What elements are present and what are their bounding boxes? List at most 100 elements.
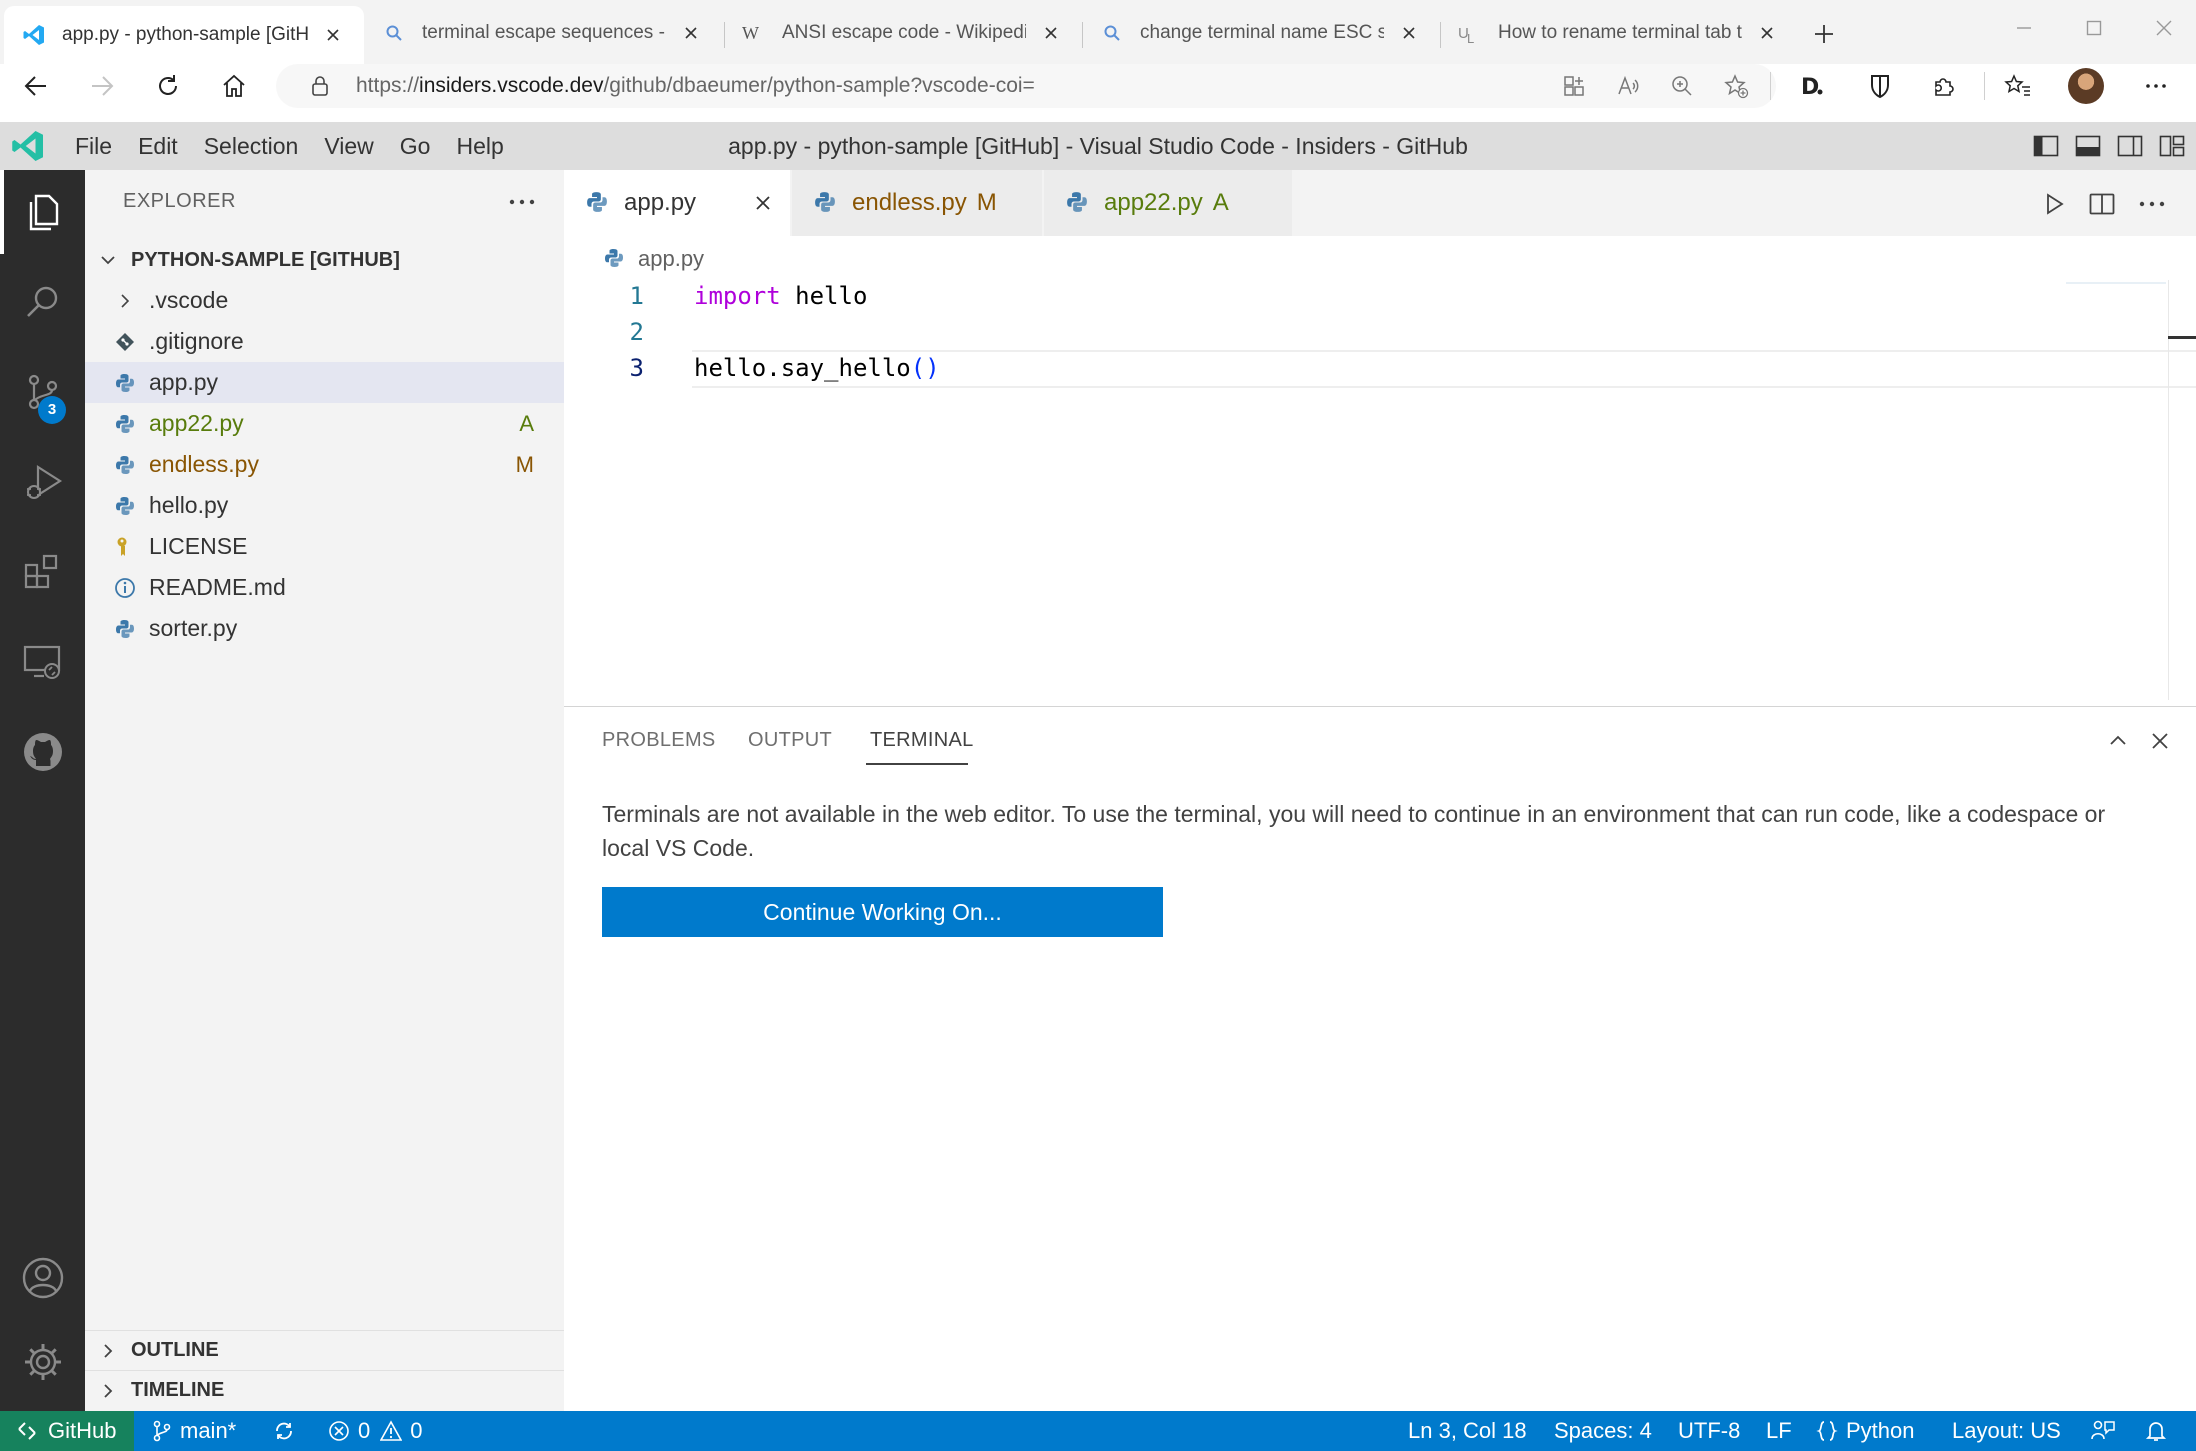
activity-github[interactable] <box>0 710 85 794</box>
close-icon[interactable] <box>678 20 704 46</box>
browser-menu-button[interactable] <box>2136 64 2176 108</box>
sync-button[interactable] <box>272 1411 304 1451</box>
home-button[interactable] <box>214 66 254 106</box>
tree-item-license[interactable]: LICENSE <box>85 526 564 567</box>
customize-layout-button[interactable] <box>2158 132 2186 160</box>
workspace-root-folder[interactable]: PYTHON-SAMPLE [GITHUB] <box>85 242 564 278</box>
menu-help[interactable]: Help <box>456 133 503 160</box>
outline-section[interactable]: OUTLINE <box>85 1330 564 1370</box>
indentation-indicator[interactable]: Spaces: 4 <box>1554 1411 1652 1451</box>
play-icon <box>2042 192 2066 216</box>
problems-indicator[interactable]: 0 0 <box>328 1411 423 1451</box>
cursor-position[interactable]: Ln 3, Col 18 <box>1408 1411 1527 1451</box>
maximize-button[interactable] <box>2070 10 2118 46</box>
code-editor[interactable]: 1 import hello 2 3 hello.say_hello() <box>564 278 2196 388</box>
encoding-indicator[interactable]: UTF-8 <box>1678 1411 1740 1451</box>
close-panel-button[interactable] <box>2144 725 2176 757</box>
url-scheme: https:// <box>356 74 420 97</box>
breadcrumb[interactable]: app.py <box>604 246 704 272</box>
activity-accounts[interactable] <box>0 1236 85 1320</box>
profile-avatar[interactable] <box>2068 68 2104 104</box>
toggle-primary-sidebar-button[interactable] <box>2032 132 2060 160</box>
browser-tab-rename-terminal-tab[interactable]: UL How to rename terminal tab title <box>1440 8 1798 58</box>
menu-view[interactable]: View <box>324 133 373 160</box>
activity-manage[interactable] <box>0 1320 85 1404</box>
favorites-button[interactable] <box>1998 64 2038 108</box>
activity-explorer[interactable] <box>0 170 85 254</box>
panel-tab-terminal[interactable]: TERMINAL <box>870 729 974 752</box>
back-button[interactable] <box>16 66 56 106</box>
minimize-icon <box>2015 19 2033 37</box>
close-icon[interactable] <box>750 190 776 216</box>
remote-indicator[interactable]: GitHub <box>0 1411 134 1451</box>
git-status-modified: M <box>515 451 534 477</box>
minimap[interactable] <box>2066 282 2166 284</box>
explorer-more-actions-button[interactable] <box>504 184 540 220</box>
menu-selection[interactable]: Selection <box>204 133 299 160</box>
feedback-button[interactable] <box>2090 1411 2124 1451</box>
close-icon[interactable] <box>1038 20 1064 46</box>
extension-d-button[interactable]: D <box>1792 64 1832 108</box>
address-bar[interactable]: https://insiders.vscode.dev/github/dbaeu… <box>276 64 1776 108</box>
tree-item-vscode-folder[interactable]: .vscode <box>85 280 564 321</box>
minimize-button[interactable] <box>2000 10 2048 46</box>
tree-item-sorter-py[interactable]: sorter.py <box>85 608 564 649</box>
editor-more-actions-button[interactable] <box>2136 188 2168 220</box>
eol-indicator[interactable]: LF <box>1766 1411 1792 1451</box>
new-tab-button[interactable] <box>1806 16 1842 52</box>
app-available-button[interactable] <box>1554 64 1594 108</box>
tree-item-gitignore[interactable]: .gitignore <box>85 321 564 362</box>
menu-go[interactable]: Go <box>400 133 431 160</box>
window-close-button[interactable] <box>2140 10 2188 46</box>
activity-extensions[interactable] <box>0 530 85 614</box>
activity-run-debug[interactable] <box>0 440 85 524</box>
timeline-section[interactable]: TIMELINE <box>85 1370 564 1410</box>
tree-item-app-py[interactable]: app.py <box>85 362 564 403</box>
panel-tab-problems[interactable]: PROBLEMS <box>602 729 716 752</box>
keyboard-layout[interactable]: Layout: US <box>1952 1411 2061 1451</box>
tree-item-readme[interactable]: README.md <box>85 567 564 608</box>
chevron-down-icon <box>95 247 121 273</box>
line-number: 2 <box>629 318 644 346</box>
tree-item-app22-py[interactable]: app22.py A <box>85 403 564 444</box>
browser-tab-change-terminal-name[interactable]: change terminal name ESC seque <box>1082 8 1440 58</box>
activity-search[interactable] <box>0 260 85 344</box>
read-aloud-button[interactable] <box>1608 64 1648 108</box>
language-mode[interactable]: Python <box>1816 1411 1915 1451</box>
continue-working-on-button[interactable]: Continue Working On... <box>602 887 1163 937</box>
notifications-button[interactable] <box>2144 1411 2176 1451</box>
browser-tab-app-py[interactable]: app.py - python-sample [GitHub] <box>4 6 364 64</box>
toggle-secondary-sidebar-button[interactable] <box>2116 132 2144 160</box>
activity-remote-explorer[interactable] <box>0 620 85 704</box>
editor-tab-endless-py[interactable]: endless.py M <box>792 170 1042 236</box>
zoom-button[interactable] <box>1662 64 1702 108</box>
toggle-panel-button[interactable] <box>2074 132 2102 160</box>
menu-edit[interactable]: Edit <box>138 133 178 160</box>
forward-button[interactable] <box>82 66 122 106</box>
menu-file[interactable]: File <box>75 133 112 160</box>
close-icon[interactable] <box>320 22 346 48</box>
editor-tab-app22-py[interactable]: app22.py A <box>1044 170 1292 236</box>
maximize-panel-button[interactable] <box>2102 725 2134 757</box>
close-icon[interactable] <box>1396 20 1422 46</box>
editor-tab-app-py[interactable]: app.py <box>564 170 790 236</box>
browser-tab-ansi-wikipedia[interactable]: W ANSI escape code - Wikipedia <box>724 8 1082 58</box>
python-file-icon <box>814 191 838 215</box>
split-editor-button[interactable] <box>2086 188 2118 220</box>
close-icon[interactable] <box>1754 20 1780 46</box>
wikipedia-icon: W <box>742 21 766 45</box>
editor-scrollbar[interactable] <box>2168 280 2169 700</box>
extension-shield-button[interactable] <box>1860 64 1900 108</box>
add-favorite-button[interactable] <box>1716 64 1756 108</box>
run-python-file-button[interactable] <box>2038 188 2070 220</box>
tree-item-hello-py[interactable]: hello.py <box>85 485 564 526</box>
tree-item-endless-py[interactable]: endless.py M <box>85 444 564 485</box>
panel-tab-output[interactable]: OUTPUT <box>748 729 832 752</box>
browser-tab-escape-sequences[interactable]: terminal escape sequences - Sea <box>364 8 722 58</box>
refresh-button[interactable] <box>148 66 188 106</box>
menu-bar: File Edit Selection View Go Help <box>62 122 517 170</box>
d-extension-icon: D <box>1799 73 1825 99</box>
activity-source-control[interactable]: 3 <box>0 350 85 434</box>
branch-indicator[interactable]: main* <box>152 1411 236 1451</box>
extensions-button[interactable] <box>1924 64 1964 108</box>
